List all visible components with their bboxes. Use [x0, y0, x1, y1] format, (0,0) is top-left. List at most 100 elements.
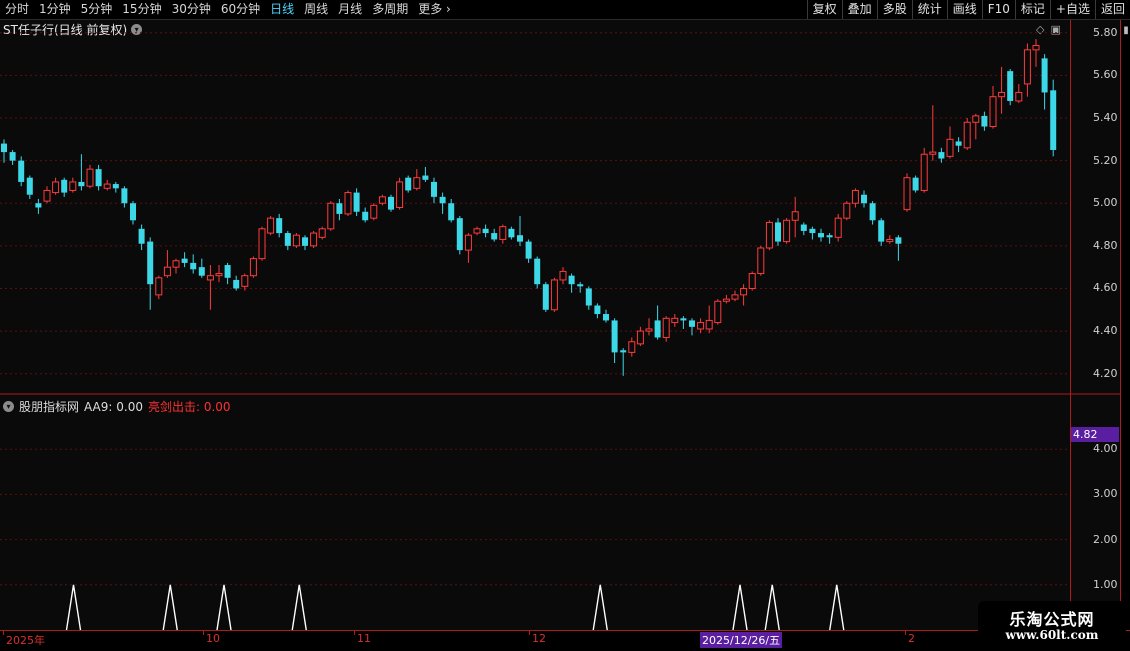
period-tab-3[interactable]: 15分钟: [117, 0, 166, 19]
candle: [491, 228, 498, 242]
period-tab-7[interactable]: 周线: [299, 0, 333, 19]
candle: [886, 235, 894, 244]
toolbar-button-7[interactable]: +自选: [1049, 0, 1095, 19]
current-value-tag: 4.82: [1071, 427, 1119, 442]
candle-body: [482, 228, 489, 234]
candle-body: [302, 237, 308, 246]
candle-body: [895, 237, 902, 244]
candle-body: [636, 330, 644, 345]
indicator-tick-label: 1.00: [1093, 577, 1118, 591]
candle: [559, 267, 567, 285]
candle: [61, 177, 68, 197]
candle: [714, 299, 722, 325]
toolbar-button-2[interactable]: 多股: [876, 0, 912, 19]
candle: [783, 218, 791, 244]
candle: [292, 233, 300, 248]
period-tab-2[interactable]: 5分钟: [76, 0, 118, 19]
candle: [130, 201, 136, 225]
date-cursor-label: 2025/12/26/五: [700, 632, 783, 648]
candle-body: [1023, 49, 1031, 85]
candle-body: [241, 275, 249, 287]
candle: [680, 316, 687, 329]
period-tab-8[interactable]: 月线: [333, 0, 367, 19]
candle-body: [95, 169, 102, 187]
period-tab-10[interactable]: 更多 ›: [413, 0, 456, 19]
candle: [362, 207, 369, 223]
candle: [482, 224, 489, 238]
toolbar-button-8[interactable]: 返回: [1094, 0, 1130, 19]
signal-mark: [291, 584, 307, 630]
side-info-strip[interactable]: ▮: [1120, 20, 1130, 630]
candle: [869, 201, 876, 225]
toolbar-button-4[interactable]: 画线: [946, 0, 982, 19]
candle-body: [121, 188, 128, 204]
candle-body: [577, 284, 584, 287]
candlestick-chart[interactable]: [0, 20, 1120, 395]
candle-body: [292, 234, 300, 247]
candle-body: [439, 196, 446, 204]
toolbar-button-0[interactable]: 复权: [806, 0, 842, 19]
candle-body: [473, 228, 481, 234]
candle-body: [431, 181, 437, 197]
period-tab-0[interactable]: 分时: [0, 0, 34, 19]
candle: [181, 252, 188, 268]
candle: [809, 226, 816, 240]
signal-mark: [592, 584, 608, 630]
candle: [705, 305, 713, 334]
candle: [327, 201, 335, 231]
toolbar-button-6[interactable]: 标记: [1014, 0, 1050, 19]
candle: [388, 194, 394, 212]
candle-body: [69, 181, 77, 191]
period-tab-4[interactable]: 30分钟: [167, 0, 216, 19]
candle: [722, 294, 730, 304]
period-tab-9[interactable]: 多周期: [367, 0, 413, 19]
candle: [791, 196, 799, 238]
candle: [843, 201, 851, 221]
candle: [190, 254, 197, 274]
candle: [895, 235, 902, 261]
candle: [972, 113, 980, 140]
candle: [163, 250, 171, 278]
date-axis-tick: [3, 631, 4, 635]
toolbar-button-5[interactable]: F10: [981, 0, 1015, 19]
candle-body: [818, 233, 824, 238]
candle-body: [645, 328, 653, 332]
candle-body: [568, 275, 575, 285]
period-tab-5[interactable]: 60分钟: [216, 0, 265, 19]
candle-body: [310, 232, 318, 247]
toolbar-right-buttons: 复权 叠加 多股 统计 画线 F10 标记 +自选 返回: [806, 0, 1130, 19]
candle-body: [362, 211, 369, 221]
candle-body: [1, 143, 7, 153]
price-tick-label: 5.20: [1093, 153, 1118, 167]
candle: [826, 233, 833, 244]
candle: [9, 149, 16, 165]
candle-body: [1050, 90, 1057, 150]
toolbar-button-3[interactable]: 统计: [911, 0, 947, 19]
period-tab-6[interactable]: 日线: [265, 0, 299, 19]
candle: [946, 126, 954, 159]
candle-body: [981, 115, 988, 127]
candle: [147, 237, 154, 310]
candle-body: [680, 318, 687, 321]
candle-body: [963, 121, 971, 149]
toolbar-button-1[interactable]: 叠加: [841, 0, 877, 19]
candle-body: [662, 317, 670, 338]
candle-body: [78, 181, 85, 187]
candle-body: [370, 204, 378, 219]
candle: [645, 318, 653, 336]
candle: [929, 105, 937, 161]
date-axis: 2025/12/26/五 2025年 10 11 12 2: [0, 630, 1130, 651]
candle-body: [1007, 71, 1014, 101]
candle-body: [611, 320, 618, 353]
candle-body: [43, 189, 51, 202]
candle-body: [86, 168, 94, 187]
period-tab-1[interactable]: 1分钟: [34, 0, 76, 19]
candle: [224, 262, 231, 285]
candle: [594, 303, 601, 319]
candle: [473, 226, 481, 236]
candle: [43, 186, 51, 204]
candle-body: [508, 228, 515, 238]
candle-body: [791, 211, 799, 221]
candle-body: [1041, 58, 1048, 93]
indicator-chart[interactable]: [0, 395, 1071, 630]
